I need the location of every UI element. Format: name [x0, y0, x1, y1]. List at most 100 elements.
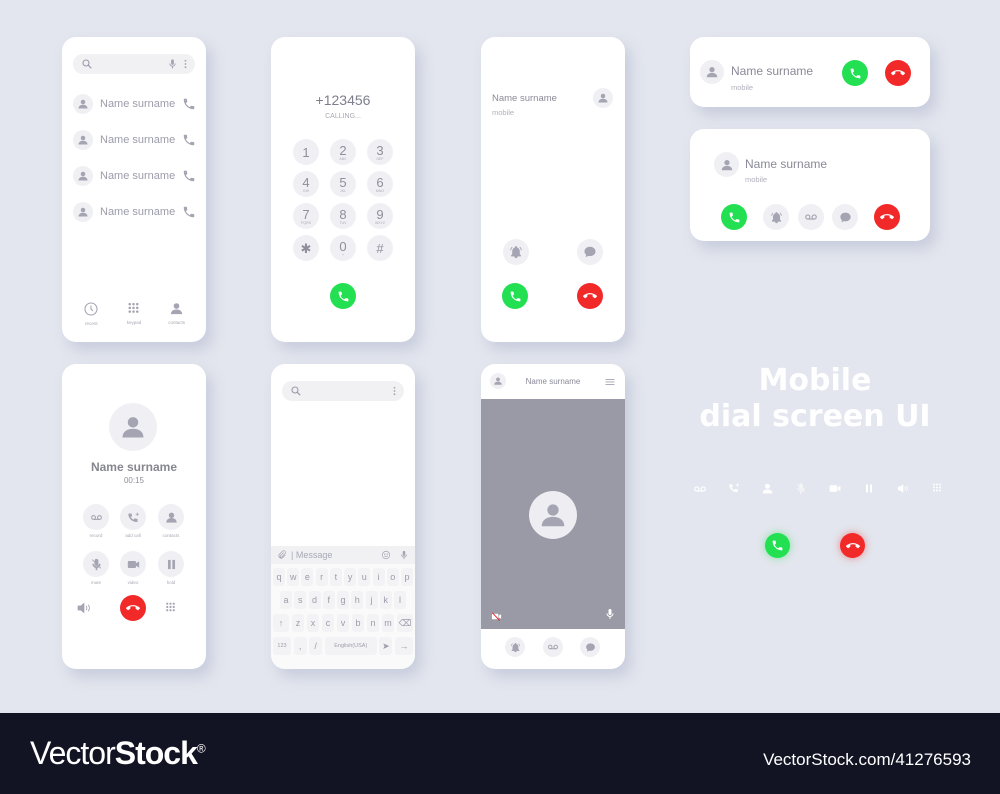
keyboard-key[interactable]: l	[394, 591, 406, 609]
control-record[interactable]: record	[76, 504, 116, 538]
keyboard-key[interactable]: m	[382, 614, 394, 632]
keyboard-key[interactable]: w	[287, 568, 300, 586]
accept-button[interactable]	[842, 60, 868, 86]
control-hold[interactable]: hold	[151, 551, 191, 585]
voicemail-button[interactable]	[798, 204, 824, 230]
more-vert-icon[interactable]	[389, 385, 400, 397]
dial-key[interactable]: 1	[293, 139, 319, 165]
dial-key[interactable]: 6 MNO	[367, 171, 393, 197]
search-bar[interactable]	[73, 54, 195, 74]
search-bar[interactable]	[282, 381, 404, 401]
dial-key[interactable]: 8 TUV	[330, 203, 356, 229]
speaker-button[interactable]	[76, 600, 92, 621]
mic-button[interactable]	[604, 607, 616, 626]
control-video[interactable]: video	[113, 551, 153, 585]
phone-icon[interactable]	[182, 205, 196, 219]
key-letters: JKL	[339, 188, 347, 193]
decline-button[interactable]	[874, 204, 900, 230]
dial-key[interactable]: 9 WXYZ	[367, 203, 393, 229]
brand-light: Vector	[30, 735, 116, 771]
keyboard-key[interactable]: d	[308, 591, 321, 609]
keyboard-key[interactable]: p	[400, 568, 413, 586]
control-label: add call	[125, 533, 141, 538]
contact-list-item[interactable]: Name surname	[73, 165, 196, 187]
keyboard-key[interactable]: u	[358, 568, 371, 586]
accept-button[interactable]	[765, 533, 790, 558]
keyboard-key[interactable]: z	[292, 614, 304, 632]
key-slash[interactable]: /	[309, 637, 323, 655]
phone-icon[interactable]	[182, 97, 196, 111]
camera-off-button[interactable]	[490, 609, 503, 627]
mic-icon[interactable]	[167, 58, 178, 70]
message-button[interactable]	[577, 239, 603, 265]
contact-list-item[interactable]: Name surname	[73, 93, 196, 115]
message-input[interactable]: | Message	[291, 550, 381, 560]
keyboard-key[interactable]: i	[372, 568, 385, 586]
mic-icon[interactable]	[399, 550, 409, 560]
dial-key[interactable]: ✱	[293, 235, 319, 261]
emoji-icon[interactable]	[381, 550, 391, 560]
keyboard-key[interactable]: v	[337, 614, 349, 632]
voicemail-button[interactable]	[543, 637, 563, 657]
remind-button[interactable]	[763, 204, 789, 230]
keyboard-key[interactable]: r	[315, 568, 328, 586]
call-button[interactable]	[330, 283, 356, 309]
keyboard-key[interactable]: g	[337, 591, 349, 609]
keyboard-key[interactable]: c	[322, 614, 334, 632]
keyboard-key[interactable]: o	[386, 568, 399, 586]
phone-icon[interactable]	[182, 169, 196, 183]
keyboard-key[interactable]: y	[344, 568, 357, 586]
key-enter[interactable]: →	[394, 637, 413, 655]
accept-button[interactable]	[721, 204, 747, 230]
more-vert-icon[interactable]	[180, 58, 191, 70]
nav-contacts[interactable]: contacts	[157, 301, 197, 326]
nav-recent[interactable]: recent	[71, 301, 111, 326]
message-button[interactable]	[832, 204, 858, 230]
keyboard-key[interactable]: f	[322, 591, 335, 609]
dial-key[interactable]: 5 JKL	[330, 171, 356, 197]
keyboard-key[interactable]: x	[307, 614, 319, 632]
dial-key[interactable]: 0 +	[330, 235, 356, 261]
keyboard-key[interactable]: k	[379, 591, 392, 609]
dial-key[interactable]: 2 ABC	[330, 139, 356, 165]
dial-key[interactable]: 3 DEF	[367, 139, 393, 165]
menu-button[interactable]	[604, 375, 616, 393]
keyboard-key[interactable]: t	[329, 568, 342, 586]
keyboard-key[interactable]: ↑	[273, 614, 289, 632]
key-space[interactable]: English(USA)	[324, 637, 377, 655]
keyboard-key[interactable]: b	[352, 614, 364, 632]
decline-button[interactable]	[840, 533, 865, 558]
remind-button[interactable]	[503, 239, 529, 265]
phone-icon[interactable]	[182, 133, 196, 147]
nav-keypad[interactable]: keypad	[114, 301, 154, 326]
brand-logo[interactable]: VectorStock®	[30, 735, 206, 772]
keyboard-key[interactable]: j	[365, 591, 378, 609]
dial-key[interactable]: 4 GHI	[293, 171, 319, 197]
contact-list-item[interactable]: Name surname	[73, 129, 196, 151]
decline-button[interactable]	[577, 283, 603, 309]
keyboard-key[interactable]: ⌫	[397, 614, 413, 632]
dial-key[interactable]: 7 PQRS	[293, 203, 319, 229]
end-call-button[interactable]	[120, 595, 146, 621]
keyboard-key[interactable]: s	[294, 591, 307, 609]
keypad-button[interactable]	[164, 601, 177, 619]
message-button[interactable]	[580, 637, 600, 657]
keyboard-key[interactable]: e	[301, 568, 314, 586]
control-add-call[interactable]: add call	[113, 504, 153, 538]
key-send[interactable]: ➤	[379, 637, 393, 655]
contact-list-item[interactable]: Name surname	[73, 201, 196, 223]
attach-icon[interactable]	[277, 550, 287, 560]
key-123[interactable]: 123	[273, 637, 291, 655]
keyboard-key[interactable]: n	[367, 614, 379, 632]
control-mute[interactable]: mute	[76, 551, 116, 585]
control-contacts[interactable]: contacts	[151, 504, 191, 538]
accept-button[interactable]	[502, 283, 528, 309]
decline-button[interactable]	[885, 60, 911, 86]
message-input-bar[interactable]: | Message	[271, 546, 415, 564]
dial-key[interactable]: #	[367, 235, 393, 261]
keyboard-key[interactable]: h	[351, 591, 364, 609]
keyboard-key[interactable]: q	[273, 568, 285, 586]
remind-button[interactable]	[505, 637, 525, 657]
key-comma[interactable]: ,	[293, 637, 307, 655]
keyboard-key[interactable]: a	[280, 591, 292, 609]
